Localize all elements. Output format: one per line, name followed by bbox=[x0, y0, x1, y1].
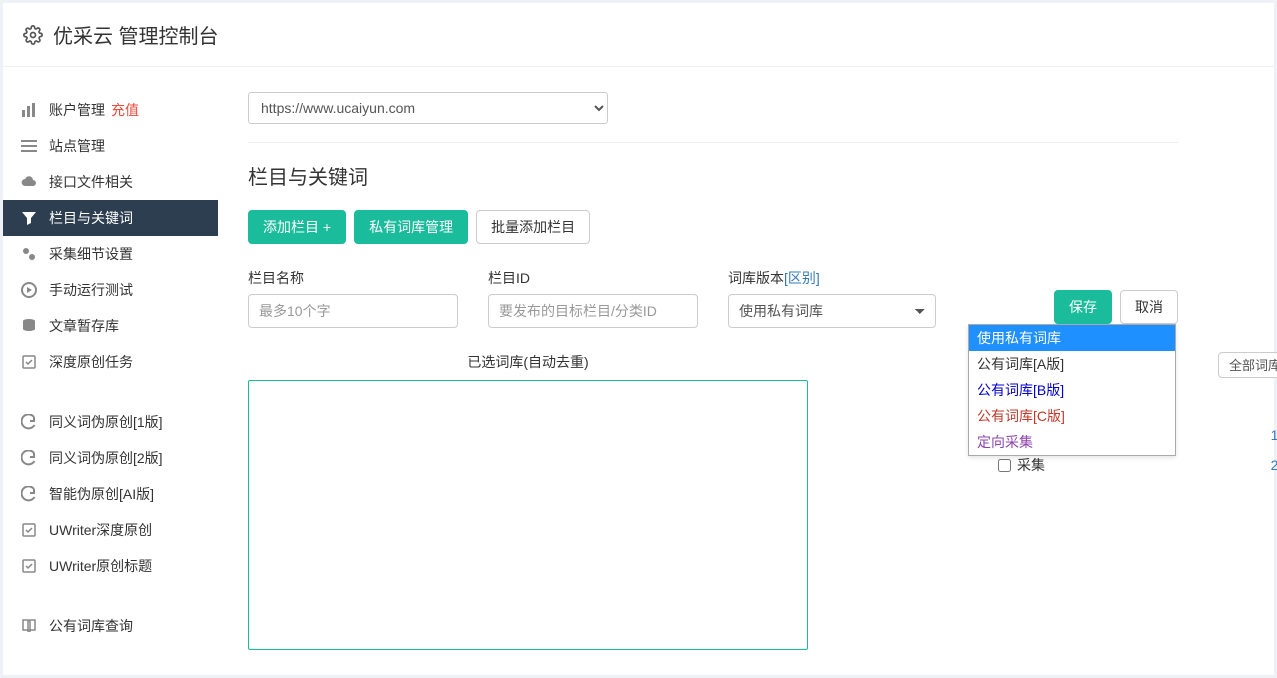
nav-item[interactable]: 深度原创任务 bbox=[3, 344, 218, 380]
id-input[interactable] bbox=[488, 294, 698, 328]
add-column-button[interactable]: 添加栏目 + bbox=[248, 210, 346, 244]
book-icon bbox=[21, 618, 37, 634]
cloud-icon bbox=[21, 174, 37, 190]
lib-label: 采集 bbox=[1017, 455, 1045, 475]
dropdown-option[interactable]: 公有词库[B版] bbox=[969, 377, 1175, 403]
nav-item[interactable]: 同义词伪原创[1版] bbox=[3, 404, 218, 440]
refresh-icon bbox=[21, 414, 37, 430]
nav-label: 同义词伪原创[1版] bbox=[49, 412, 163, 432]
header: 优采云 管理控制台 bbox=[3, 3, 1274, 67]
site-select[interactable]: https://www.ucaiyun.com bbox=[248, 92, 608, 124]
nav-item[interactable]: 栏目与关键词 bbox=[3, 200, 218, 236]
dropdown-option[interactable]: 公有词库[A版] bbox=[969, 351, 1175, 377]
section-title: 栏目与关键词 bbox=[248, 161, 1178, 190]
version-label: 词库版本[区别] bbox=[728, 268, 936, 288]
private-lib-button[interactable]: 私有词库管理 bbox=[354, 210, 468, 244]
version-diff-link[interactable]: [区别] bbox=[784, 270, 820, 286]
button-row: 添加栏目 + 私有词库管理 批量添加栏目 bbox=[248, 210, 1178, 244]
form-row: 栏目名称 栏目ID 词库版本[区别] 使用私有词库 保存 bbox=[248, 268, 1178, 328]
nav-label: 采集细节设置 bbox=[49, 244, 133, 264]
selected-area[interactable] bbox=[248, 380, 808, 650]
play-icon bbox=[21, 282, 37, 298]
lib-count[interactable]: 186词 bbox=[1271, 425, 1277, 445]
name-input[interactable] bbox=[248, 294, 458, 328]
dropdown-option[interactable]: 公有词库[C版] bbox=[969, 403, 1175, 429]
dropdown-option[interactable]: 使用私有词库 bbox=[969, 325, 1175, 351]
nav-label: 公有词库查询 bbox=[49, 616, 133, 636]
cogs-icon bbox=[21, 246, 37, 262]
nav-badge[interactable]: 充值 bbox=[111, 100, 139, 120]
form-actions: 保存 取消 bbox=[1054, 268, 1178, 324]
nav-item[interactable]: 同义词伪原创[2版] bbox=[3, 440, 218, 476]
refresh-icon bbox=[21, 450, 37, 466]
sidebar: 账户管理充值站点管理接口文件相关栏目与关键词采集细节设置手动运行测试文章暂存库深… bbox=[3, 67, 218, 675]
filter-icon bbox=[21, 210, 37, 226]
nav-item[interactable]: 站点管理 bbox=[3, 128, 218, 164]
selected-box-title: 已选词库(自动去重) bbox=[248, 352, 808, 372]
nav-label: 站点管理 bbox=[49, 136, 105, 156]
list-icon bbox=[21, 138, 37, 154]
edit-icon bbox=[21, 558, 37, 574]
nav-label: 账户管理 bbox=[49, 100, 105, 120]
field-version: 词库版本[区别] 使用私有词库 bbox=[728, 268, 936, 328]
nav-item[interactable]: 采集细节设置 bbox=[3, 236, 218, 272]
nav-label: 深度原创任务 bbox=[49, 352, 133, 372]
page-title: 优采云 管理控制台 bbox=[53, 20, 219, 49]
nav-item[interactable]: 公有词库查询 bbox=[3, 608, 218, 644]
edit-icon bbox=[21, 522, 37, 538]
main-content: https://www.ucaiyun.com 栏目与关键词 添加栏目 + 私有… bbox=[218, 67, 1178, 675]
version-dropdown[interactable]: 使用私有词库公有词库[A版]公有词库[B版]公有词库[C版]定向采集 bbox=[968, 324, 1176, 456]
nav-label: 同义词伪原创[2版] bbox=[49, 448, 163, 468]
database-icon bbox=[21, 318, 37, 334]
nav-item[interactable]: 文章暂存库 bbox=[3, 308, 218, 344]
nav-label: UWriter原创标题 bbox=[49, 556, 152, 576]
nav-item[interactable]: 账户管理充值 bbox=[3, 92, 218, 128]
lib-count[interactable]: 259词 bbox=[1271, 455, 1277, 475]
dropdown-option[interactable]: 定向采集 bbox=[969, 429, 1175, 455]
nav-label: 手动运行测试 bbox=[49, 280, 133, 300]
version-label-text: 词库版本 bbox=[728, 270, 784, 286]
nav-item[interactable]: UWriter原创标题 bbox=[3, 548, 218, 584]
field-column-name: 栏目名称 bbox=[248, 268, 458, 328]
nav-label: 接口文件相关 bbox=[49, 172, 133, 192]
bar-chart-icon bbox=[21, 102, 37, 118]
edit-icon bbox=[21, 354, 37, 370]
divider bbox=[248, 142, 1178, 143]
nav-item[interactable]: 接口文件相关 bbox=[3, 164, 218, 200]
lib-filter-select[interactable]: 全部词库 bbox=[1218, 352, 1277, 378]
version-select[interactable]: 使用私有词库 bbox=[728, 294, 936, 328]
id-label: 栏目ID bbox=[488, 268, 698, 288]
nav-label: 智能伪原创[AI版] bbox=[49, 484, 154, 504]
name-label: 栏目名称 bbox=[248, 268, 458, 288]
nav-item[interactable]: UWriter深度原创 bbox=[3, 512, 218, 548]
save-button[interactable]: 保存 bbox=[1054, 290, 1112, 324]
nav-label: UWriter深度原创 bbox=[49, 520, 152, 540]
field-column-id: 栏目ID bbox=[488, 268, 698, 328]
nav-item[interactable]: 智能伪原创[AI版] bbox=[3, 476, 218, 512]
nav-label: 栏目与关键词 bbox=[49, 208, 133, 228]
nav-label: 文章暂存库 bbox=[49, 316, 119, 336]
gear-icon bbox=[23, 25, 43, 45]
nav-item[interactable]: 手动运行测试 bbox=[3, 272, 218, 308]
refresh-icon bbox=[21, 486, 37, 502]
lib-checkbox[interactable] bbox=[998, 459, 1011, 472]
cancel-button[interactable]: 取消 bbox=[1120, 290, 1178, 324]
bulk-add-button[interactable]: 批量添加栏目 bbox=[476, 210, 590, 244]
selected-lib-box: 已选词库(自动去重) bbox=[248, 352, 808, 650]
